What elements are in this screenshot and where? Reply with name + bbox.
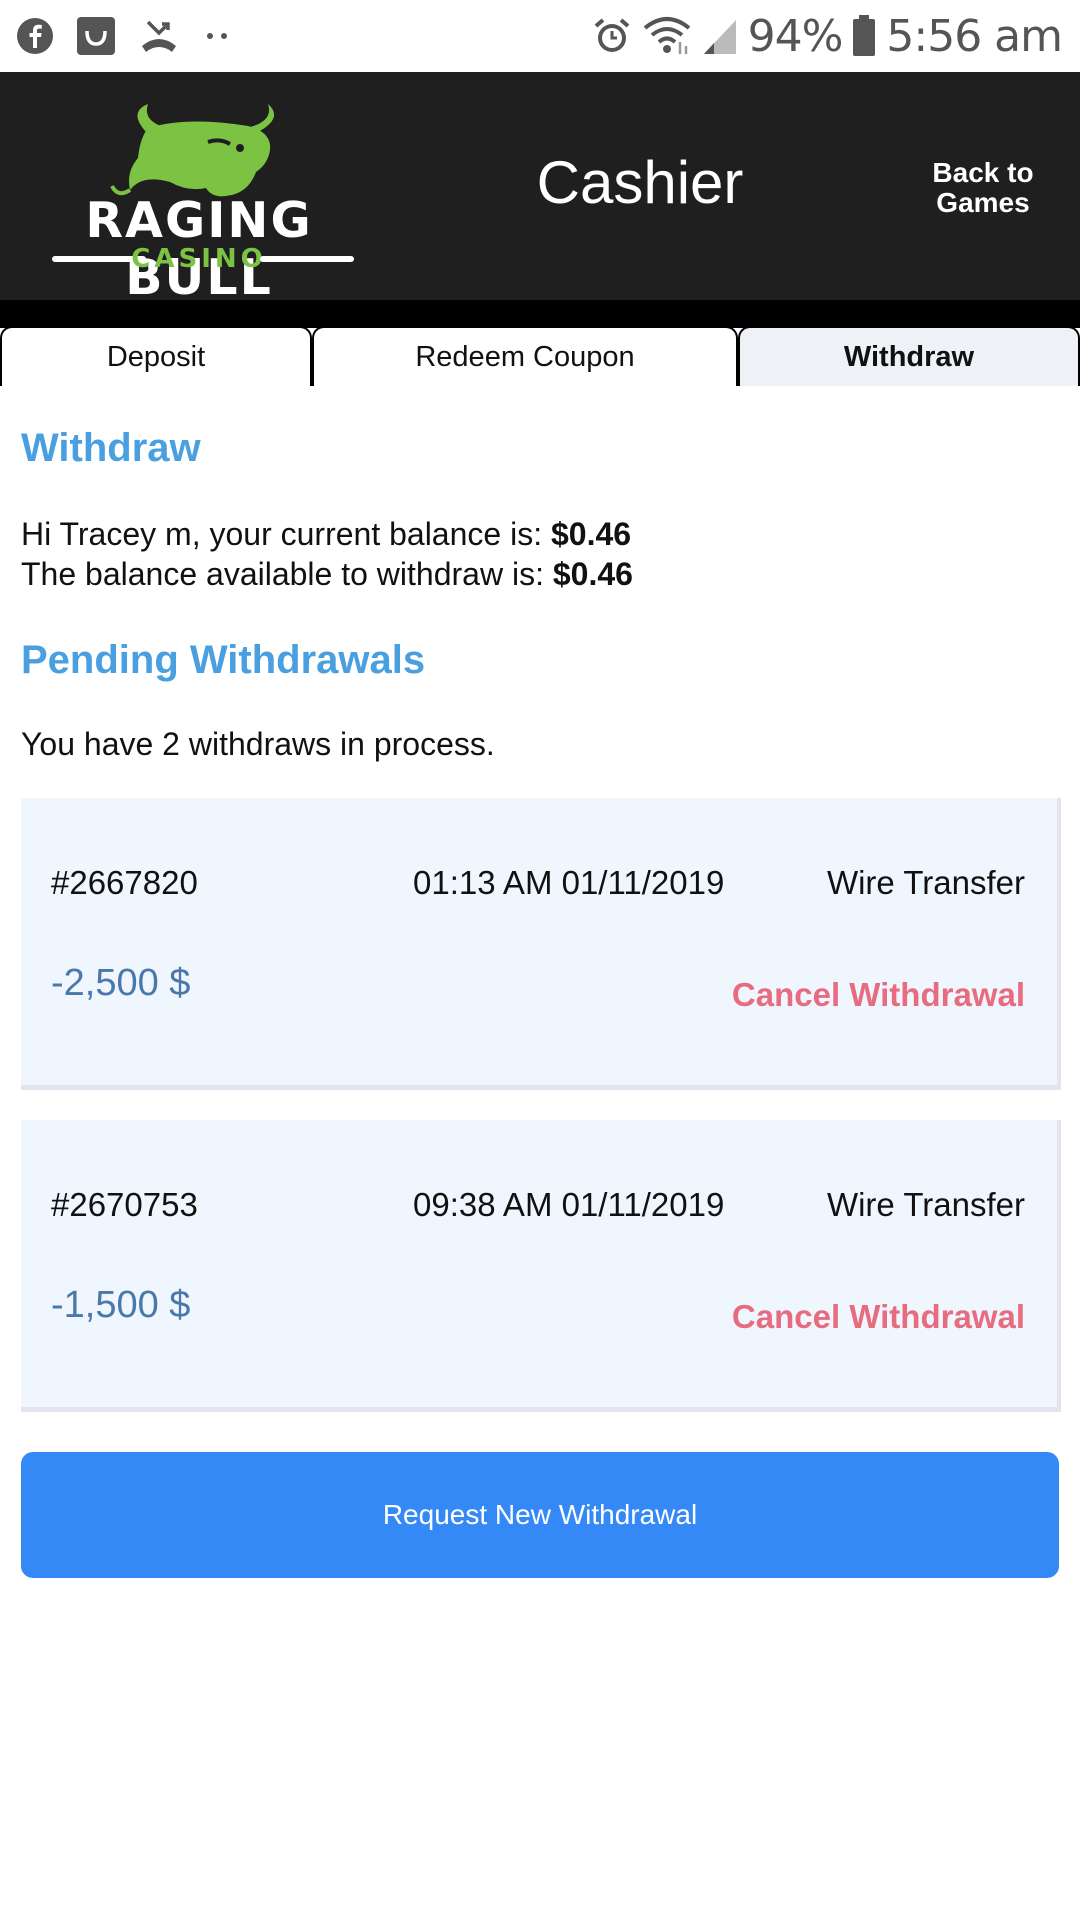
available-balance-value: $0.46 bbox=[552, 556, 633, 592]
current-balance-line: Hi Tracey m, your current balance is: $0… bbox=[21, 514, 633, 554]
current-balance-value: $0.46 bbox=[550, 516, 632, 552]
bag-icon bbox=[76, 16, 116, 56]
pending-withdrawals-heading: Pending Withdrawals bbox=[21, 638, 426, 682]
battery-icon bbox=[852, 15, 876, 57]
tab-redeem-coupon[interactable]: Redeem Coupon bbox=[312, 326, 738, 386]
cancel-withdrawal-button[interactable]: Cancel Withdrawal bbox=[732, 976, 1025, 1014]
status-icons-right: 94% 5:56 am bbox=[592, 8, 1063, 64]
cashier-tabs: Deposit Redeem Coupon Withdraw bbox=[0, 326, 1080, 386]
available-balance-label: The balance available to withdraw is: bbox=[21, 556, 553, 592]
withdrawal-id: #2670753 bbox=[51, 1186, 198, 1223]
withdrawal-datetime: 09:38 AM 01/11/2019 bbox=[413, 1186, 725, 1223]
bull-icon bbox=[110, 104, 275, 197]
tabs-background bbox=[0, 300, 1080, 328]
signal-icon bbox=[702, 16, 738, 56]
back-button-line2: Games bbox=[936, 187, 1030, 218]
withdrawal-card: #2670753 09:38 AM 01/11/2019 Wire Transf… bbox=[21, 1120, 1061, 1412]
back-to-games-button[interactable]: Back to Games bbox=[920, 158, 1046, 218]
status-time: 5:56 am bbox=[886, 10, 1063, 62]
tab-withdraw[interactable]: Withdraw bbox=[738, 326, 1080, 386]
current-balance-label: Hi Tracey m, your current balance is: bbox=[21, 516, 551, 552]
logo-divider-right bbox=[260, 256, 354, 262]
withdrawal-amount: -1,500 $ bbox=[51, 1284, 191, 1326]
status-icons-left bbox=[16, 14, 232, 58]
battery-percent: 94% bbox=[747, 10, 844, 62]
back-button-line1: Back to bbox=[932, 157, 1034, 188]
withdraw-heading: Withdraw bbox=[21, 426, 201, 470]
withdrawal-datetime: 01:13 AM 01/11/2019 bbox=[413, 864, 725, 901]
withdrawal-amount: -2,500 $ bbox=[51, 962, 191, 1004]
request-new-withdrawal-button[interactable]: Request New Withdrawal bbox=[21, 1452, 1059, 1578]
available-balance-line: The balance available to withdraw is: $0… bbox=[21, 554, 633, 594]
withdrawal-method: Wire Transfer bbox=[826, 1186, 1025, 1223]
cancel-withdrawal-button[interactable]: Cancel Withdrawal bbox=[732, 1298, 1025, 1336]
pending-summary: You have 2 withdraws in process. bbox=[21, 726, 495, 762]
more-dots-icon bbox=[202, 16, 232, 56]
status-bar: 94% 5:56 am bbox=[0, 0, 1080, 72]
raging-bull-logo[interactable]: RAGING BULL CASINO bbox=[18, 102, 380, 306]
tab-deposit[interactable]: Deposit bbox=[0, 326, 312, 386]
page-title: Cashier bbox=[536, 149, 744, 216]
alarm-icon bbox=[592, 16, 632, 56]
withdrawal-id: #2667820 bbox=[51, 864, 198, 901]
withdrawal-method: Wire Transfer bbox=[826, 864, 1025, 901]
missed-call-icon bbox=[138, 16, 180, 56]
withdrawal-card: #2667820 01:13 AM 01/11/2019 Wire Transf… bbox=[21, 798, 1061, 1090]
facebook-icon bbox=[16, 17, 54, 55]
app-header: RAGING BULL CASINO Cashier Back to Games bbox=[0, 72, 1080, 306]
balance-info: Hi Tracey m, your current balance is: $0… bbox=[21, 514, 633, 594]
wifi-icon bbox=[642, 16, 692, 56]
